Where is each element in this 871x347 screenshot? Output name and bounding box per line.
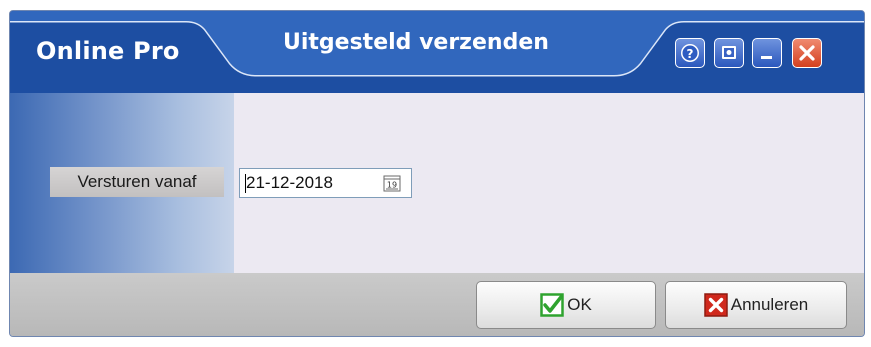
- minimize-icon: [761, 56, 772, 59]
- cancel-button-label: Annuleren: [730, 295, 809, 314]
- ok-button-label: OK: [567, 295, 592, 314]
- title-bar[interactable]: Online Pro Uitgesteld verzenden ?: [10, 11, 864, 93]
- calendar-icon[interactable]: 19: [383, 175, 401, 192]
- close-icon: [799, 45, 815, 61]
- app-name: Online Pro: [36, 37, 180, 65]
- help-button[interactable]: ?: [675, 38, 705, 68]
- svg-text:?: ?: [687, 47, 694, 61]
- dialog-content: Versturen vanaf 19: [10, 93, 864, 273]
- question-icon: ?: [681, 44, 699, 62]
- close-button[interactable]: [792, 38, 822, 68]
- cancel-x-icon: [703, 293, 728, 317]
- dialog-window: Online Pro Uitgesteld verzenden ? Verstu…: [9, 10, 865, 337]
- ok-button[interactable]: OK: [476, 281, 656, 329]
- text-caret: [245, 174, 246, 193]
- checkmark-icon: [540, 293, 564, 317]
- send-from-label: Versturen vanaf: [50, 167, 224, 197]
- button-bar: OK Annuleren: [10, 273, 864, 336]
- send-from-date-field[interactable]: 19: [239, 168, 412, 198]
- screen-icon: [722, 46, 736, 59]
- minimize-button[interactable]: [752, 38, 782, 68]
- dialog-title: Uitgesteld verzenden: [283, 30, 549, 55]
- screenshot-button[interactable]: [714, 38, 744, 68]
- calendar-glyph: 19: [387, 181, 397, 190]
- send-from-date-input[interactable]: [242, 171, 374, 195]
- cancel-button[interactable]: Annuleren: [665, 281, 847, 329]
